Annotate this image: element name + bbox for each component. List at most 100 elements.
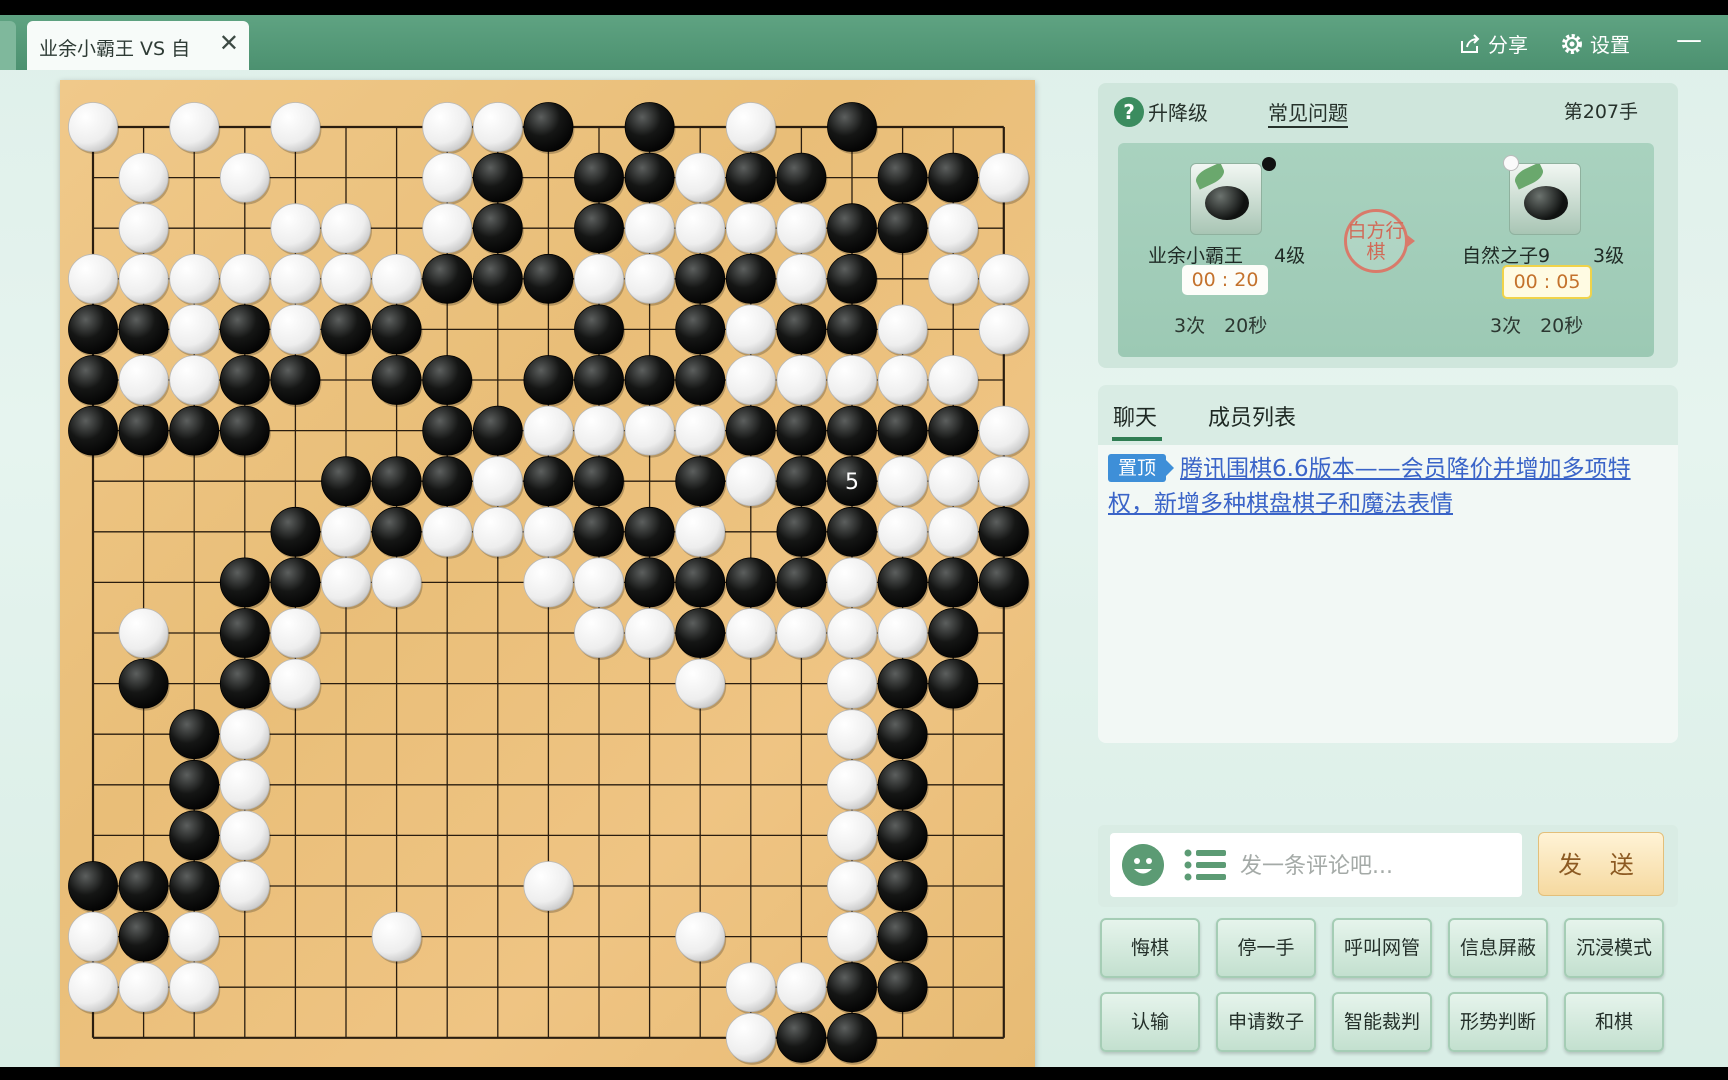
white-stone [321, 253, 371, 304]
draw-button[interactable]: 和棋 [1564, 992, 1664, 1052]
minimize-button[interactable]: — [1676, 25, 1702, 55]
board-grid[interactable]: 5 [60, 80, 1035, 1067]
list-icon[interactable] [1184, 847, 1228, 883]
black-stone [776, 557, 827, 608]
black-stone [219, 405, 270, 456]
black-player-byoyomi: 3次 20秒 [1174, 315, 1268, 337]
tab-members[interactable]: 成员列表 [1208, 400, 1296, 432]
white-stone [877, 506, 928, 557]
white-player-byoyomi: 3次 20秒 [1490, 315, 1584, 337]
position-judge-button[interactable]: 形势判断 [1448, 992, 1548, 1052]
white-stone [68, 911, 118, 962]
send-button[interactable]: 发 送 [1538, 832, 1664, 896]
white-stone [321, 506, 371, 557]
stone-icon [1205, 186, 1249, 220]
black-stone [270, 355, 321, 405]
mute-info-button[interactable]: 信息屏蔽 [1448, 918, 1548, 978]
black-stone [928, 152, 979, 203]
black-stone [169, 709, 220, 760]
black-stone [776, 152, 827, 203]
white-stone [169, 253, 220, 304]
black-stone [877, 152, 928, 203]
black-stone [574, 304, 624, 355]
white-stone [118, 608, 169, 658]
white-stone [978, 304, 1029, 355]
white-stone-icon [1503, 155, 1519, 171]
emoji-icon[interactable] [1122, 844, 1164, 886]
request-count-button[interactable]: 申请数子 [1216, 992, 1316, 1052]
black-player-level: 4级 [1274, 245, 1306, 267]
question-icon[interactable]: ? [1114, 97, 1144, 127]
black-stone [978, 506, 1029, 557]
black-stone [472, 203, 523, 254]
call-admin-button[interactable]: 呼叫网管 [1332, 918, 1432, 978]
black-stone [877, 911, 928, 962]
white-stone [371, 557, 422, 608]
white-stone [827, 810, 877, 861]
white-stone [270, 608, 321, 658]
pinned-announcement[interactable]: 腾讯围棋6.6版本——会员降价并增加多项特权，新增多种棋盘棋子和魔法表情 [1108, 452, 1663, 522]
black-stone [827, 253, 877, 304]
black-stone [675, 253, 726, 304]
white-stone [219, 709, 270, 760]
black-stone [371, 506, 422, 557]
black-stone [270, 557, 321, 608]
black-stone [219, 557, 270, 608]
white-stone [725, 102, 776, 152]
black-stone [371, 456, 422, 507]
share-button[interactable]: 分享 [1458, 29, 1528, 58]
close-icon[interactable]: ✕ [219, 31, 239, 55]
white-stone [675, 911, 726, 962]
share-label: 分享 [1488, 33, 1528, 57]
white-stone [776, 962, 827, 1013]
white-stone [776, 253, 827, 304]
black-stone [169, 861, 220, 911]
black-stone [776, 506, 827, 557]
game-tab[interactable]: 业余小霸王 VS 自 ✕ [27, 21, 249, 70]
black-stone [827, 1012, 877, 1063]
white-stone [624, 608, 675, 658]
comment-input[interactable] [1238, 847, 1512, 885]
black-player-avatar[interactable] [1190, 163, 1262, 235]
pass-button[interactable]: 停一手 [1216, 918, 1316, 978]
black-stone [725, 405, 776, 456]
white-stone [219, 759, 270, 810]
pin-badge: 置顶 [1108, 454, 1175, 482]
white-player-name: 自然之子9 [1462, 245, 1551, 267]
white-stone [422, 152, 473, 203]
levelup-link[interactable]: 升降级 [1148, 97, 1208, 126]
white-stone [523, 405, 574, 456]
white-stone [169, 962, 220, 1013]
white-stone [169, 304, 220, 355]
tab-chat[interactable]: 聊天 [1113, 400, 1157, 432]
faq-link[interactable]: 常见问题 [1268, 97, 1348, 128]
white-stone [675, 506, 726, 557]
settings-button[interactable]: 设置 [1560, 29, 1630, 58]
black-stone [472, 253, 523, 304]
white-player-avatar[interactable] [1509, 163, 1581, 235]
white-stone [371, 911, 422, 962]
white-stone [877, 304, 928, 355]
black-stone [877, 962, 928, 1013]
white-stone [472, 102, 523, 152]
white-stone [776, 608, 827, 658]
go-board[interactable]: 5 [60, 80, 1035, 1067]
ai-referee-button[interactable]: 智能裁判 [1332, 992, 1432, 1052]
white-stone [118, 253, 169, 304]
white-stone [928, 355, 979, 405]
black-stone [776, 1012, 827, 1063]
black-stone [928, 658, 979, 709]
black-stone [877, 810, 928, 861]
white-stone [68, 962, 118, 1013]
immersive-mode-button[interactable]: 沉浸模式 [1564, 918, 1664, 978]
resign-button[interactable]: 认输 [1100, 992, 1200, 1052]
white-stone [827, 861, 877, 911]
black-stone [472, 152, 523, 203]
previous-tab[interactable] [0, 21, 16, 70]
undo-button[interactable]: 悔棋 [1100, 918, 1200, 978]
black-stone [877, 861, 928, 911]
players-box: 业余小霸王 4级 00 : 20 3次 20秒 白方行棋 自然之子9 3级 00… [1118, 143, 1654, 357]
black-stone [118, 304, 169, 355]
black-stone [371, 304, 422, 355]
black-stone [422, 253, 473, 304]
